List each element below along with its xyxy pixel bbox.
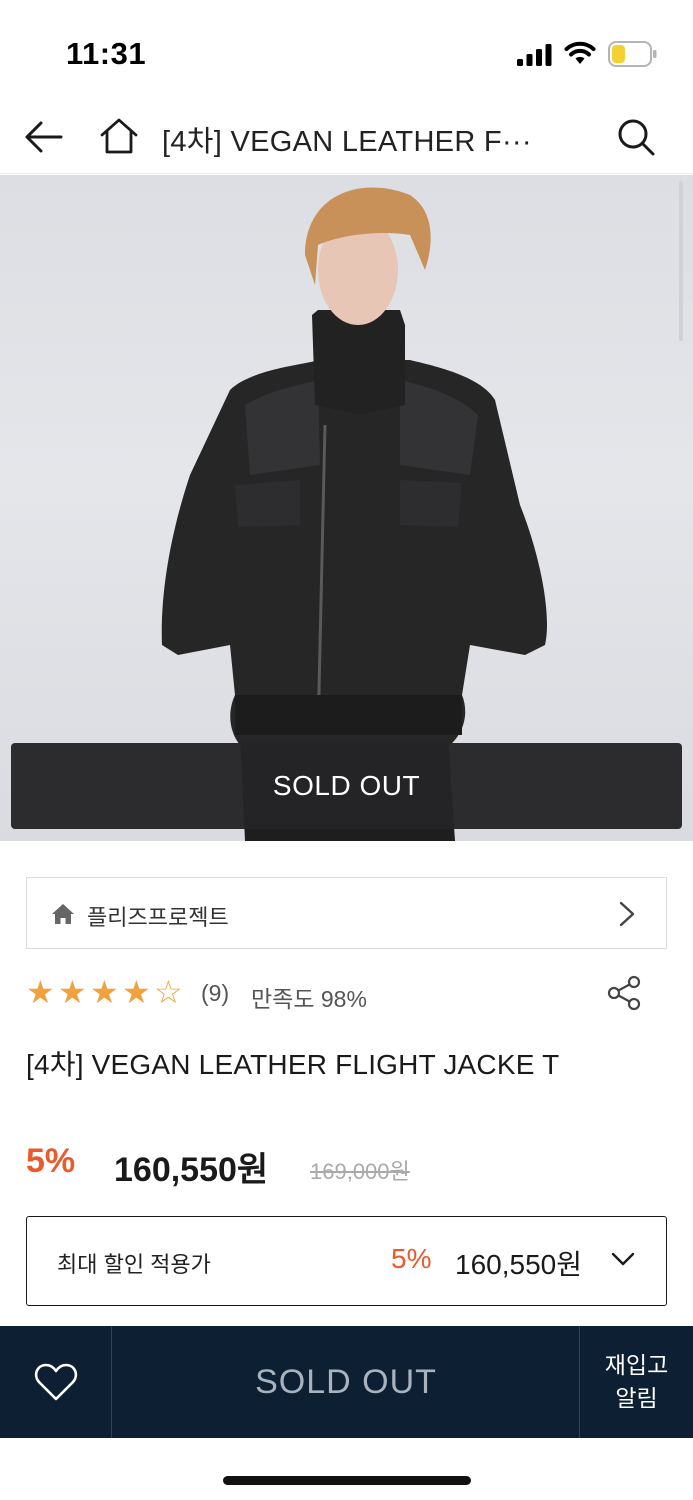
max-discount-dropdown[interactable]: 최대 할인 적용가 5% 160,550원 [26,1216,667,1306]
product-title: [4차] VEGAN LEATHER FLIGHT JACKE T [26,1049,560,1080]
restock-alert-button[interactable]: 재입고 알림 [579,1326,693,1438]
restock-label-line1: 재입고 [604,1352,669,1378]
signal-icon [517,44,552,66]
arrow-left-icon [25,121,63,153]
share-icon[interactable] [606,974,644,1012]
star-empty-icon: ☆ [154,974,183,1010]
image-scroll-indicator [679,181,683,341]
product-image[interactable]: SOLD OUT [0,175,693,841]
max-discount-price: 160,550원 [455,1249,582,1280]
home-button[interactable] [96,114,142,158]
heart-icon [34,1363,77,1401]
restock-label-line2: 알림 [615,1385,658,1411]
star-filled-icon: ★ [90,974,119,1010]
star-filled-icon: ★ [58,974,87,1010]
search-icon [618,119,655,156]
status-time: 11:31 [66,36,147,71]
home-icon [100,118,138,154]
back-button[interactable] [20,116,66,158]
sold-out-banner: SOLD OUT [11,743,682,829]
model-photo [161,187,548,841]
home-icon [52,904,74,924]
wishlist-button[interactable] [0,1326,112,1438]
star-filled-icon: ★ [122,974,151,1010]
satisfaction-rate: 만족도 98% [251,986,367,1012]
review-count[interactable]: (9) [201,980,229,1007]
home-indicator[interactable] [223,1476,471,1485]
chevron-down-icon [611,1252,635,1266]
original-price: 169,000원 [310,1159,410,1184]
rating-stars[interactable]: ★ ★ ★ ★ ☆ [26,974,186,1012]
star-filled-icon: ★ [26,974,55,1010]
max-discount-label: 최대 할인 적용가 [57,1252,211,1277]
brand-shop-link[interactable]: 플리즈프로젝트 [26,877,667,949]
sale-price: 160,550원 [114,1151,269,1189]
chevron-right-icon [619,901,635,927]
brand-name: 플리즈프로젝트 [87,905,229,930]
battery-icon [608,41,657,67]
discount-rate: 5% [26,1142,76,1180]
status-bar: 11:31 [0,0,693,100]
rating-row: ★ ★ ★ ★ ☆ (9) 만족도 98% [26,974,667,1014]
price-row: 5% 160,550원 169,000원 [26,1140,667,1190]
wifi-icon [564,41,596,64]
top-navigation-bar: [4차] VEGAN LEATHER F··· [0,100,693,174]
bottom-action-bar: SOLD OUT 재입고 알림 [0,1326,693,1438]
max-discount-rate: 5% [391,1243,432,1274]
page-title: [4차] VEGAN LEATHER F··· [162,126,532,158]
sold-out-button[interactable]: SOLD OUT [113,1326,579,1438]
search-button[interactable] [612,114,660,160]
